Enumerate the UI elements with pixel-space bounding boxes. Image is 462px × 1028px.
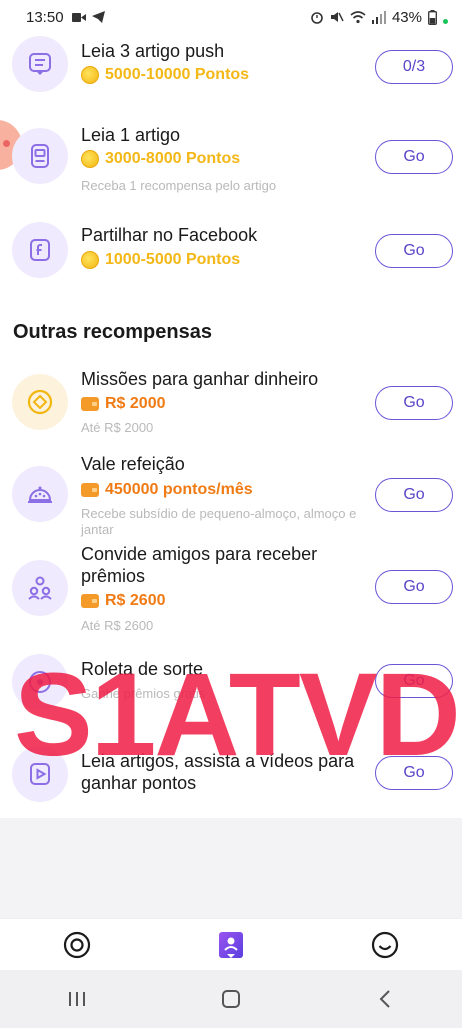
recent-apps-icon	[69, 992, 85, 1006]
coin-icon	[81, 251, 99, 269]
reward-row-invite: Convide amigos para receber prêmios R$ 2…	[0, 540, 462, 640]
invite-friends-icon	[12, 560, 68, 616]
watermark: S1ATVD	[14, 649, 461, 781]
telegram-icon	[91, 11, 105, 23]
reward-amount: R$ 2000	[81, 394, 166, 414]
coin-icon	[81, 150, 99, 168]
meal-icon	[12, 466, 68, 522]
tasks-icon	[219, 931, 243, 958]
task-title: Leia 1 artigo	[81, 125, 181, 145]
coin-icon	[81, 66, 99, 84]
nav-profile[interactable]	[365, 925, 405, 965]
battery-level: 43%	[391, 8, 422, 26]
home-button[interactable]	[206, 979, 256, 1019]
reward-amount-text: R$ 2000	[105, 395, 166, 412]
back-chevron-icon	[379, 990, 390, 1008]
alarm-icon	[311, 12, 323, 24]
reward-amount-text: 450000 pontos/mês	[105, 481, 253, 498]
reward-subtitle: Até R$ 2600	[81, 618, 154, 633]
push-progress-button[interactable]: 0/3	[375, 50, 453, 84]
task-subtitle: Receba 1 recompensa pelo artigo	[81, 178, 277, 193]
wallet-icon	[81, 594, 99, 608]
profile-icon	[371, 931, 399, 958]
system-navigation	[0, 970, 462, 1028]
facebook-go-button[interactable]: Go	[375, 234, 453, 268]
section-title: Outras recompensas	[13, 321, 212, 343]
reward-subtitle: Até R$ 2000	[81, 420, 154, 435]
reward-amount: 450000 pontos/mês	[81, 480, 253, 500]
wallet-icon	[81, 483, 99, 497]
reward-title: Convide amigos para receber prêmios	[81, 544, 318, 586]
article-icon	[12, 128, 68, 184]
task-reward: 3000-8000 Pontos	[81, 149, 240, 169]
video-icon	[71, 12, 86, 22]
task-row-facebook: Partilhar no Facebook 1000-5000 Pontos G…	[0, 218, 462, 286]
task-reward-text: 5000-10000 Pontos	[105, 66, 250, 83]
nav-home[interactable]	[57, 925, 97, 965]
task-reward-text: 3000-8000 Pontos	[105, 150, 241, 167]
reward-subtitle: Recebe subsídio de pequeno-almoço, almoç…	[81, 506, 357, 537]
notification-dot	[443, 18, 448, 24]
reward-title: Missões para ganhar dinheiro	[81, 369, 319, 389]
facebook-share-icon	[12, 222, 68, 278]
status-time: 13:50	[26, 8, 64, 26]
nav-tasks[interactable]	[211, 925, 251, 965]
read-article-go-button[interactable]: Go	[375, 140, 453, 174]
task-row-push: Leia 3 artigo push 5000-10000 Pontos 0/3	[0, 34, 462, 112]
task-reward: 5000-10000 Pontos	[81, 65, 249, 85]
task-title: Partilhar no Facebook	[81, 225, 258, 245]
reward-amount-text: R$ 2600	[105, 592, 166, 609]
reward-amount: R$ 2600	[81, 591, 166, 611]
empty-background	[0, 818, 462, 918]
recent-apps-button[interactable]	[52, 979, 102, 1019]
back-button[interactable]	[360, 979, 410, 1019]
signal-icon	[371, 10, 386, 24]
wallet-icon	[81, 397, 99, 411]
reward-row-meal: Vale refeição 450000 pontos/mês Recebe s…	[0, 450, 462, 540]
bottom-navigation	[0, 918, 462, 970]
home-icon	[63, 931, 91, 958]
missions-go-button[interactable]: Go	[375, 386, 453, 420]
task-title: Leia 3 artigo push	[81, 41, 225, 61]
home-square-icon	[222, 990, 240, 1008]
task-reward-text: 1000-5000 Pontos	[105, 251, 241, 268]
meal-go-button[interactable]: Go	[375, 478, 453, 512]
invite-go-button[interactable]: Go	[375, 570, 453, 604]
wifi-icon	[350, 10, 366, 23]
task-row-article: Leia 1 artigo 3000-8000 Pontos Receba 1 …	[0, 118, 462, 198]
mute-icon	[330, 12, 344, 22]
missions-icon	[12, 374, 68, 430]
reward-row-missions: Missões para ganhar dinheiro R$ 2000 Até…	[0, 362, 462, 442]
status-bar: 13:50 43%	[0, 0, 462, 34]
task-reward: 1000-5000 Pontos	[81, 250, 240, 270]
battery-icon	[428, 9, 437, 25]
push-article-icon	[12, 36, 68, 92]
reward-title: Vale refeição	[81, 454, 185, 474]
